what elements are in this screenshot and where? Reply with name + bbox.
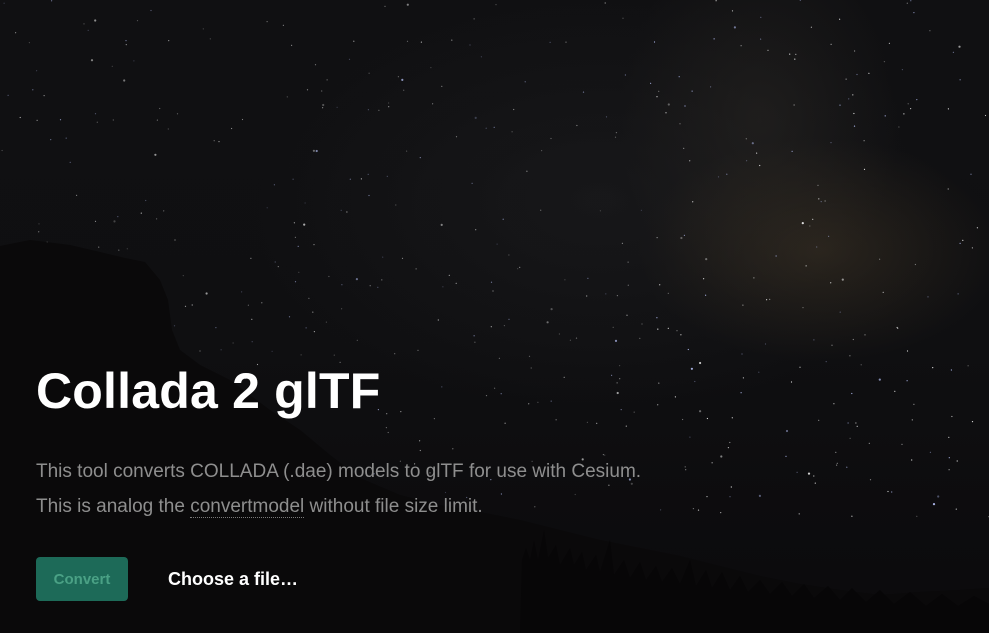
description-line-2: This is analog the convertmodel without … (36, 489, 641, 524)
description: This tool converts COLLADA (.dae) models… (36, 454, 641, 524)
page-title: Collada 2 glTF (36, 363, 381, 419)
convertmodel-link[interactable]: convertmodel (190, 496, 305, 518)
description-line-1: This tool converts COLLADA (.dae) models… (36, 461, 642, 482)
hero-content: Collada 2 glTF This tool converts COLLAD… (36, 362, 641, 601)
description-line-2-suffix: without file size limit. (304, 496, 483, 517)
convert-button[interactable]: Convert (36, 557, 128, 601)
actions-row: Convert Choose a file… (36, 557, 641, 601)
hero-section: Collada 2 glTF This tool converts COLLAD… (0, 0, 989, 633)
choose-file-input[interactable]: Choose a file… (168, 569, 298, 590)
description-line-2-prefix: This is analog the (36, 496, 191, 517)
